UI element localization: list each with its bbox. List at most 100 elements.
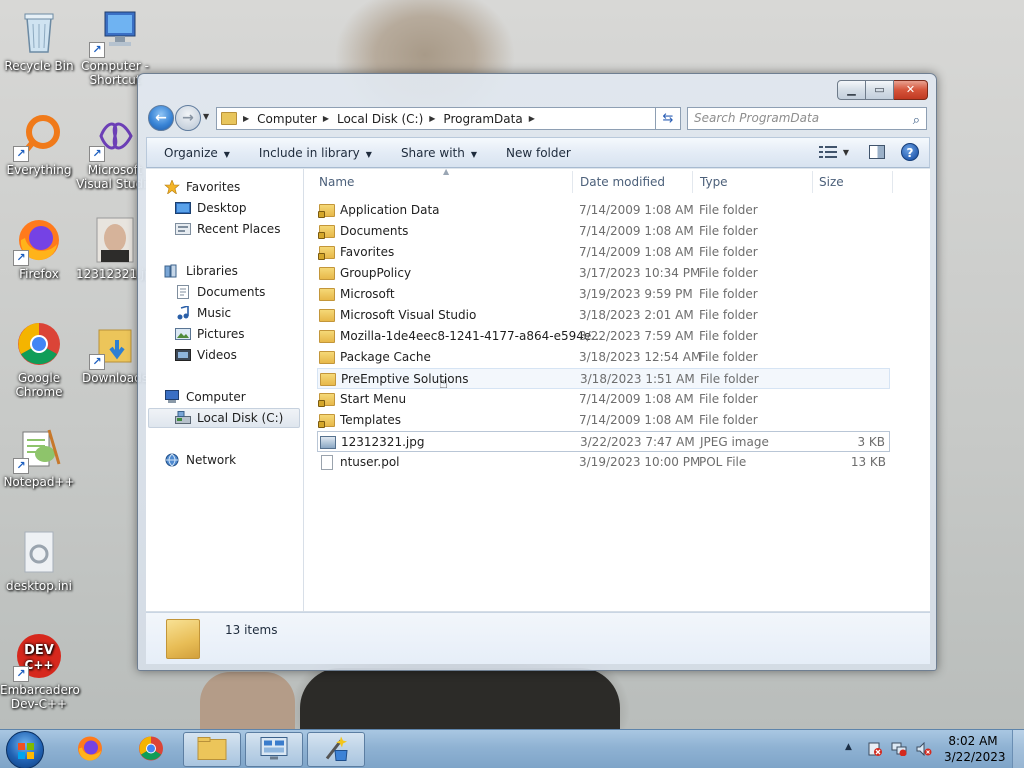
- folder-icon: [318, 225, 335, 239]
- notepadpp-icon: ↗: [13, 424, 63, 474]
- file-type: File folder: [699, 392, 758, 406]
- file-row[interactable]: Documents 7/14/2009 1:08 AM File folder: [317, 221, 890, 242]
- file-row[interactable]: Application Data 7/14/2009 1:08 AM File fo…: [317, 200, 890, 221]
- nav-network[interactable]: Network: [164, 450, 236, 470]
- nav-music[interactable]: Music: [175, 303, 231, 323]
- breadcrumb-programdata[interactable]: ProgramData: [443, 112, 522, 126]
- taskbar-firefox[interactable]: [61, 732, 119, 767]
- file-row[interactable]: ntuser.pol 3/19/2023 10:00 PM POL File 13 K…: [317, 452, 890, 473]
- share-with-button[interactable]: Share with ▼: [401, 146, 477, 160]
- everything-icon: ↗: [13, 112, 63, 162]
- action-center-icon[interactable]: [866, 742, 882, 756]
- sort-ascending-icon: ▲: [443, 167, 450, 176]
- photo-thumbnail-icon: [91, 216, 139, 264]
- nav-recent-places[interactable]: Recent Places: [175, 219, 280, 239]
- file-icon: [321, 455, 333, 470]
- column-date-modified[interactable]: Date modified: [580, 175, 665, 189]
- address-bar[interactable]: ▶ Computer ▶ Local Disk (C:) ▶ ProgramDa…: [216, 107, 680, 130]
- nav-pictures[interactable]: Pictures: [175, 324, 245, 344]
- system-clock[interactable]: 8:02 AM 3/22/2023: [944, 733, 1006, 765]
- navigation-pane: Favorites Desktop Recent Places Librarie…: [146, 169, 304, 611]
- organize-button[interactable]: Organize ▼: [164, 146, 230, 160]
- search-icon[interactable]: ⌕: [913, 110, 920, 131]
- search-input[interactable]: Search ProgramData ⌕: [687, 107, 927, 130]
- file-type: File folder: [699, 245, 758, 259]
- column-divider[interactable]: [892, 171, 893, 193]
- column-divider[interactable]: [572, 171, 573, 193]
- folder-icon: [166, 619, 200, 659]
- nav-videos[interactable]: Videos: [175, 345, 237, 365]
- nav-computer[interactable]: Computer: [164, 387, 246, 407]
- chevron-down-icon: ▼: [223, 149, 230, 159]
- maximize-button[interactable]: ▭: [866, 80, 894, 100]
- taskbar-installer[interactable]: [307, 732, 365, 767]
- desktop-icon-everything[interactable]: ↗ Everything: [0, 112, 78, 177]
- new-folder-button[interactable]: New folder: [506, 146, 571, 160]
- desktop-icon-firefox[interactable]: ↗ Firefox: [0, 216, 78, 281]
- file-row[interactable]: 12312321.jpg 3/22/2023 7:47 AM JPEG image 3…: [317, 431, 890, 452]
- recent-pages-dropdown[interactable]: ▼: [203, 112, 209, 121]
- breadcrumb-chevron-icon[interactable]: ▶: [529, 114, 535, 123]
- close-button[interactable]: ✕: [894, 80, 928, 100]
- forward-button[interactable]: →: [175, 105, 201, 131]
- file-row[interactable]: Microsoft 3/19/2023 9:59 PM File folder: [317, 284, 890, 305]
- breadcrumb-local-disk[interactable]: Local Disk (C:): [337, 112, 423, 126]
- preview-pane-icon[interactable]: [869, 145, 885, 159]
- column-type[interactable]: Type: [700, 175, 728, 189]
- column-name[interactable]: Name: [319, 175, 354, 189]
- column-size[interactable]: Size: [819, 175, 844, 189]
- file-row[interactable]: Start Menu 7/14/2009 1:08 AM File folder: [317, 389, 890, 410]
- file-date-modified: 3/19/2023 9:59 PM: [579, 287, 693, 301]
- breadcrumb-chevron-icon[interactable]: ▶: [243, 114, 249, 123]
- back-button[interactable]: ←: [148, 105, 174, 131]
- windows-logo-icon: [18, 743, 34, 759]
- file-row[interactable]: Mozilla-1de4eec8-1241-4177-a864-e594e...…: [317, 326, 890, 347]
- details-pane: 13 items: [146, 612, 930, 664]
- network-status-icon[interactable]: [891, 742, 907, 757]
- explorer-window[interactable]: ▁ ▭ ✕ ← → ▼ ▶ Computer ▶ Local Disk (C:)…: [137, 73, 937, 671]
- shortcut-arrow-icon: ↗: [89, 354, 105, 370]
- nav-local-disk[interactable]: Local Disk (C:): [148, 408, 300, 428]
- file-row[interactable]: GroupPolicy 3/17/2023 10:34 PM File folder: [317, 263, 890, 284]
- documents-icon: [175, 285, 191, 299]
- change-view-icon[interactable]: [818, 145, 837, 159]
- nav-libraries[interactable]: Libraries: [164, 261, 238, 281]
- include-in-library-button[interactable]: Include in library ▼: [259, 146, 372, 160]
- column-divider[interactable]: [692, 171, 693, 193]
- file-date-modified: 7/14/2009 1:08 AM: [579, 245, 694, 259]
- chevron-down-icon[interactable]: ▼: [843, 148, 849, 157]
- help-icon[interactable]: ?: [901, 143, 919, 161]
- breadcrumb-chevron-icon[interactable]: ▶: [429, 114, 435, 123]
- nav-desktop[interactable]: Desktop: [175, 198, 247, 218]
- desktop-icon-recycle-bin[interactable]: Recycle Bin: [0, 8, 78, 73]
- desktop-icon-google-chrome[interactable]: Google Chrome: [0, 320, 78, 399]
- column-divider[interactable]: [812, 171, 813, 193]
- show-hidden-icons-button[interactable]: ▲: [845, 742, 852, 752]
- nav-favorites[interactable]: Favorites: [164, 177, 240, 197]
- file-row[interactable]: PreEmptive Solutions 3/18/2023 1:51 AM Fil…: [317, 368, 890, 392]
- taskbar-explorer[interactable]: [183, 732, 241, 767]
- breadcrumb-computer[interactable]: Computer: [257, 112, 317, 126]
- folder-icon: [318, 414, 335, 428]
- nav-documents[interactable]: Documents: [175, 282, 265, 302]
- file-row[interactable]: Microsoft Visual Studio 3/18/2023 2:01 AM…: [317, 305, 890, 326]
- start-button[interactable]: [6, 731, 44, 768]
- file-name: GroupPolicy: [340, 266, 412, 280]
- devcpp-icon: DEV C++ ↗: [13, 632, 63, 682]
- desktop-icon-notepadpp[interactable]: ↗ Notepad++: [0, 424, 78, 489]
- downloads-folder-icon: ↗: [89, 320, 139, 370]
- desktop-icon-desktop-ini[interactable]: desktop.ini: [0, 528, 78, 593]
- show-desktop-button[interactable]: [1012, 730, 1024, 768]
- minimize-button[interactable]: ▁: [837, 80, 866, 100]
- refresh-button[interactable]: ⇆: [655, 107, 681, 130]
- file-row[interactable]: Favorites 7/14/2009 1:08 AM File folder: [317, 242, 890, 263]
- taskbar-network-app[interactable]: [245, 732, 303, 767]
- volume-muted-icon[interactable]: [916, 741, 932, 757]
- file-type: File folder: [699, 203, 758, 217]
- taskbar-chrome[interactable]: [122, 732, 180, 767]
- file-row[interactable]: Package Cache 3/18/2023 12:54 AM File fold…: [317, 347, 890, 368]
- breadcrumb-chevron-icon[interactable]: ▶: [323, 114, 329, 123]
- file-date-modified: 7/14/2009 1:08 AM: [579, 203, 694, 217]
- file-row[interactable]: Templates 7/14/2009 1:08 AM File folder: [317, 410, 890, 431]
- desktop-icon-devcpp[interactable]: DEV C++ ↗ Embarcadero Dev-C++: [0, 632, 80, 711]
